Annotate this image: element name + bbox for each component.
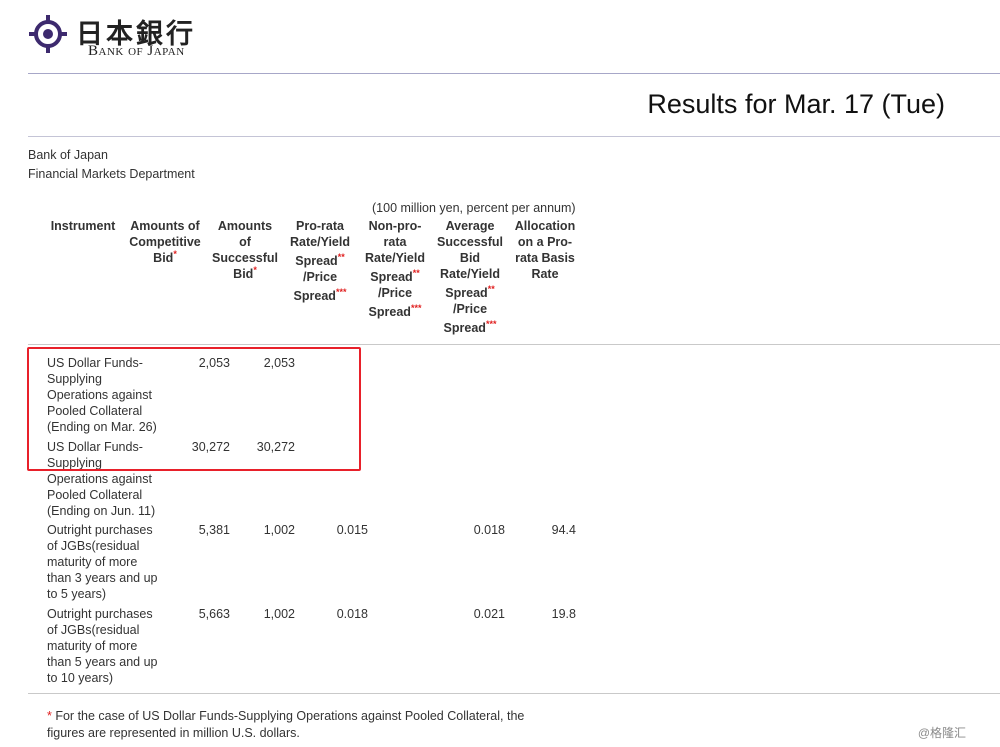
title-divider	[28, 136, 1000, 137]
asterisk-marker: *	[253, 264, 257, 275]
col-header-text: rata	[383, 235, 407, 249]
instrument-line: to 5 years)	[47, 587, 107, 601]
issuer-block: Bank of Japan Financial Markets Departme…	[28, 146, 195, 184]
col-header-competitive-bid: Amounts of Competitive Bid*	[124, 218, 206, 266]
col-header-text: Spread	[445, 286, 488, 300]
col-header-text: Pro-rata	[296, 219, 344, 233]
col-header-prorata-rate: Pro-rata Rate/Yield Spread** /Price Spre…	[284, 218, 356, 304]
issuer-name: Bank of Japan	[28, 148, 108, 162]
instrument-line: than 5 years and up	[47, 655, 158, 669]
col-header-text: Average	[445, 219, 495, 233]
col-header-line: Spread***	[284, 286, 356, 304]
col-header-text: Spread	[443, 321, 486, 335]
col-header-text: Spread	[368, 305, 411, 319]
col-header-text: Spread	[295, 254, 338, 268]
col-header-text: rata Basis	[515, 251, 575, 265]
col-header-instrument-label: Instrument	[50, 219, 116, 233]
instrument-line: of JGBs(residual	[47, 623, 140, 637]
col-header-average-successful-bid: Average Successful Bid Rate/Yield Spread…	[434, 218, 506, 336]
instrument-line: than 3 years and up	[47, 571, 158, 585]
watermark: @格隆汇	[917, 726, 966, 740]
cell-allocation-rate: 94.4	[551, 523, 576, 537]
col-header-line: Spread**	[434, 283, 506, 301]
cell-average-rate: 0.018	[473, 523, 505, 537]
cell-prorata-rate: 0.015	[336, 523, 368, 537]
instrument-line: maturity of more	[47, 639, 138, 653]
col-header-text: Amounts	[217, 219, 273, 233]
footnote-line-2: figures are represented in million U.S. …	[47, 726, 300, 740]
page: 日本銀行 Bank of Japan Results for Mar. 17 (…	[0, 0, 1000, 747]
col-header-line: Spread**	[358, 267, 432, 285]
asterisk-marker: **	[412, 267, 420, 278]
instrument-line: Operations against	[47, 472, 152, 486]
cell-allocation-rate: 19.8	[551, 607, 576, 621]
table-row-instrument: Outright purchases of JGBs(residual matu…	[47, 522, 165, 602]
col-header-text: /Price	[302, 270, 338, 284]
asterisk-marker: ***	[335, 286, 347, 297]
col-header-instrument: Instrument	[47, 218, 119, 234]
footer-divider	[28, 693, 1000, 694]
asterisk-marker: ***	[485, 318, 497, 329]
cell-average-rate: 0.021	[473, 607, 505, 621]
unit-note: (100 million yen, percent per annum)	[372, 201, 576, 215]
col-header-text: Rate/Yield	[365, 251, 425, 265]
cell-competitive-bid: 5,663	[198, 607, 230, 621]
col-header-text: Non-pro-	[368, 219, 422, 233]
col-header-line: Spread**	[284, 251, 356, 269]
col-header-text: of	[239, 235, 251, 249]
header-row-divider	[28, 344, 1000, 345]
asterisk-marker: *	[173, 248, 177, 259]
col-header-text: Rate/Yield	[440, 267, 500, 281]
instrument-line: maturity of more	[47, 555, 138, 569]
col-header-line: Spread***	[434, 318, 506, 336]
col-header-text: Successful	[436, 235, 503, 249]
cell-successful-bid: 1,002	[263, 607, 295, 621]
footnote-line-1: For the case of US Dollar Funds-Supplyin…	[51, 709, 525, 723]
col-header-line: Spread***	[358, 302, 432, 320]
col-header-text: Spread	[370, 270, 413, 284]
col-header-successful-bid: Amounts of Successful Bid*	[210, 218, 280, 282]
instrument-line: Pooled Collateral	[47, 488, 143, 502]
col-header-text: Rate	[531, 267, 559, 281]
asterisk-marker: ***	[410, 302, 422, 313]
cell-competitive-bid: 5,381	[198, 523, 230, 537]
cell-prorata-rate: 0.018	[336, 607, 368, 621]
highlight-box	[27, 347, 361, 471]
header-divider	[28, 73, 1000, 74]
col-header-allocation: Allocation on a Pro- rata Basis Rate	[510, 218, 580, 282]
col-header-text: Rate/Yield	[290, 235, 350, 249]
instrument-line: of JGBs(residual	[47, 539, 140, 553]
col-header-text: /Price	[377, 286, 413, 300]
asterisk-marker: **	[487, 283, 495, 294]
col-header-line: Bid*	[210, 264, 280, 282]
col-header-text: Bid	[153, 251, 174, 265]
instrument-line: Outright purchases	[47, 607, 153, 621]
col-header-text: Bid	[459, 251, 481, 265]
instrument-line: Outright purchases	[47, 523, 153, 537]
boj-emblem-icon	[29, 15, 67, 53]
cell-successful-bid: 1,002	[263, 523, 295, 537]
footnote: * For the case of US Dollar Funds-Supply…	[47, 708, 567, 742]
footnote-line: * For the case of US Dollar Funds-Supply…	[47, 708, 567, 725]
col-header-text: Bid	[233, 267, 254, 281]
logo-english-text: Bank of Japan	[88, 43, 185, 59]
col-header-text: /Price	[452, 302, 488, 316]
instrument-line: to 10 years)	[47, 671, 114, 685]
col-header-line: Bid*	[124, 248, 206, 266]
col-header-text: Amounts of	[130, 219, 200, 233]
col-header-text: Successful	[211, 251, 278, 265]
page-title: Results for Mar. 17 (Tue)	[647, 89, 945, 119]
table-row-instrument: Outright purchases of JGBs(residual matu…	[47, 606, 165, 686]
col-header-text: Spread	[293, 289, 336, 303]
col-header-text: Allocation	[514, 219, 576, 233]
asterisk-marker: **	[337, 251, 345, 262]
issuer-department: Financial Markets Department	[28, 167, 195, 181]
col-header-nonprorata-rate: Non-pro- rata Rate/Yield Spread** /Price…	[358, 218, 432, 320]
instrument-line: (Ending on Jun. 11)	[47, 504, 156, 518]
col-header-text: on a Pro-	[517, 235, 573, 249]
col-header-text: Competitive	[129, 235, 201, 249]
